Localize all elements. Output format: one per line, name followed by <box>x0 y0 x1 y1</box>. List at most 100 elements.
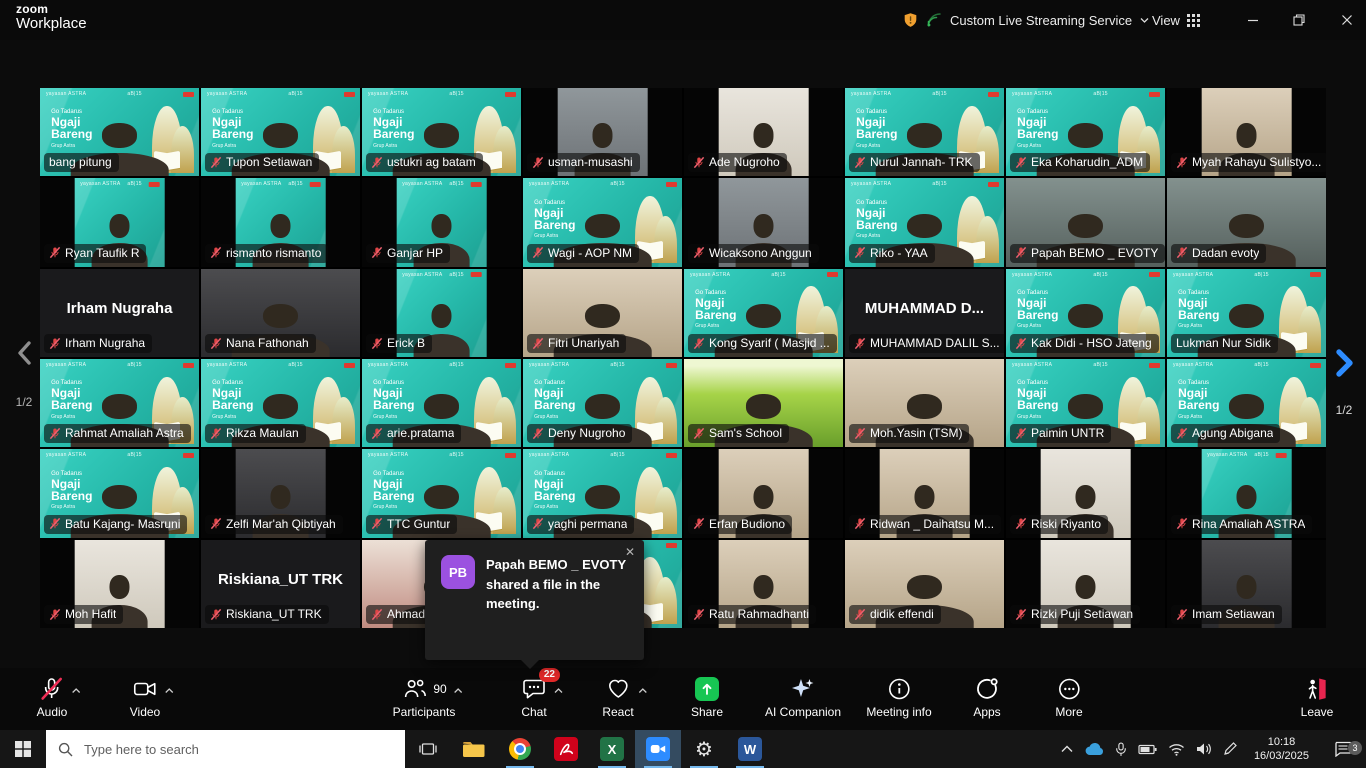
video-tile[interactable]: Rizki Puji Setiawan <box>1006 540 1165 628</box>
video-tile[interactable]: Moh.Yasin (TSM) <box>845 359 1004 447</box>
pen-icon[interactable] <box>1223 742 1237 756</box>
word-button[interactable]: W <box>727 730 773 768</box>
taskbar-clock[interactable]: 10:18 16/03/2025 <box>1248 735 1315 764</box>
leave-button[interactable]: Leave <box>1301 675 1334 719</box>
video-tile[interactable]: Sam's School <box>684 359 843 447</box>
video-tile[interactable]: Imam Setiawan <box>1167 540 1326 628</box>
minimize-button[interactable] <box>1236 0 1270 40</box>
video-tile[interactable]: yayasan ASTRA aB|15 Go Tadarus Ngaji Bar… <box>523 449 682 537</box>
participant-name-label: Tupon Setiawan <box>205 153 319 172</box>
audio-options-chevron[interactable] <box>72 681 81 699</box>
file-shared-notification[interactable]: PB Papah BEMO _ EVOTY shared a file in t… <box>425 540 644 660</box>
restore-button[interactable] <box>1282 0 1316 40</box>
video-tile[interactable]: yayasan ASTRA aB|15 Go Tadarus Ngaji Bar… <box>1006 359 1165 447</box>
share-button[interactable]: Share <box>691 675 723 719</box>
zoom-app-button[interactable] <box>635 730 681 768</box>
video-tile[interactable]: yayasan ASTRA aB|15 Go Tadarus Ngaji Bar… <box>201 88 360 176</box>
video-button[interactable]: Video <box>130 675 160 719</box>
video-tile[interactable]: Irham Nugraha Irham Nugraha <box>40 269 199 357</box>
video-tile[interactable]: yayasan ASTRA aB|15 Go Tadarus Ngaji Bar… <box>362 88 521 176</box>
video-tile[interactable]: Riski Riyanto <box>1006 449 1165 537</box>
video-tile[interactable]: Zelfi Mar'ah Qibtiyah <box>201 449 360 537</box>
video-tile[interactable]: Myah Rahayu Sulistyo... <box>1167 88 1326 176</box>
video-tile[interactable]: yayasan ASTRA aB|15 Go Tadarus Ngaji Bar… <box>1167 269 1326 357</box>
react-button[interactable]: React <box>602 675 633 719</box>
action-center-button[interactable]: 3 <box>1326 741 1360 757</box>
video-tile[interactable]: yayasan ASTRA aB|15 Go Tadarus Ngaji Bar… <box>1006 88 1165 176</box>
video-tile[interactable]: yayasan ASTRA aB|15 Go Tadarus Ngaji Bar… <box>40 359 199 447</box>
participant-name-label: Ridwan _ Daihatsu M... <box>849 515 1001 534</box>
video-options-chevron[interactable] <box>165 681 174 699</box>
excel-button[interactable]: X <box>589 730 635 768</box>
task-view-button[interactable] <box>405 730 451 768</box>
video-tile[interactable]: Riskiana_UT TRK Riskiana_UT TRK <box>201 540 360 628</box>
page-indicator: 1/2 <box>1328 403 1360 417</box>
video-tile[interactable]: yayasan ASTRA aB|15 Go Tadarus Ngaji Bar… <box>684 269 843 357</box>
participants-button[interactable]: 90 Participants <box>393 675 456 719</box>
video-tile[interactable]: yayasan ASTRA aB|15 Go Tadarus Ngaji Bar… <box>40 88 199 176</box>
video-tile[interactable]: Dadan evoty <box>1167 178 1326 266</box>
file-explorer-button[interactable] <box>451 730 497 768</box>
video-tile[interactable]: Ridwan _ Daihatsu M... <box>845 449 1004 537</box>
video-tile[interactable]: yayasan ASTRA aB|15 Go Tadarus Ngaji Bar… <box>523 178 682 266</box>
ai-companion-button[interactable]: AI Companion <box>765 675 841 719</box>
view-button[interactable]: View <box>1152 0 1200 40</box>
video-tile[interactable]: yayasan ASTRA aB|15 Go Tadarus Ngaji Bar… <box>1167 359 1326 447</box>
battery-icon[interactable] <box>1138 743 1157 756</box>
video-tile[interactable]: yayasan ASTRA aB|15 Ryan Taufik <box>40 178 199 266</box>
muted-mic-icon <box>854 517 866 530</box>
chrome-button[interactable] <box>497 730 543 768</box>
video-tile[interactable]: yayasan ASTRA aB|15 Go Tadarus Ngaji Bar… <box>845 88 1004 176</box>
video-tile[interactable]: Papah BEMO _ EVOTY <box>1006 178 1165 266</box>
video-tile[interactable]: yayasan ASTRA aB|15 Go Tadarus Ngaji Bar… <box>362 359 521 447</box>
audio-button[interactable]: Audio <box>37 675 68 719</box>
search-input[interactable] <box>82 741 336 758</box>
video-tile[interactable]: Fitri Unariyah <box>523 269 682 357</box>
start-button[interactable] <box>0 730 46 768</box>
participant-name-label: Wicaksono Anggun <box>688 244 819 263</box>
video-tile[interactable]: yayasan ASTRA aB|15 Go Tadarus Ngaji Bar… <box>201 359 360 447</box>
video-tile[interactable]: Erfan Budiono <box>684 449 843 537</box>
more-button[interactable]: More <box>1055 675 1082 719</box>
participant-name: Ridwan _ Daihatsu M... <box>870 517 994 531</box>
video-tile[interactable]: Nana Fathonah <box>201 269 360 357</box>
chat-button[interactable]: 22 Chat <box>521 675 547 719</box>
react-options-chevron[interactable] <box>638 681 647 699</box>
chat-options-chevron[interactable] <box>554 681 563 699</box>
onedrive-cloud-icon[interactable] <box>1084 742 1104 756</box>
video-tile[interactable]: usman-musashi <box>523 88 682 176</box>
video-tile[interactable]: yayasan ASTRA aB|15 Rina Amalia <box>1167 449 1326 537</box>
video-tile[interactable]: yayasan ASTRA aB|15 Erick B <box>362 269 521 357</box>
video-tile[interactable]: Wicaksono Anggun <box>684 178 843 266</box>
participant-name: Deny Nugroho <box>548 426 625 440</box>
tray-chevron-icon[interactable] <box>1061 745 1073 753</box>
video-tile[interactable]: Ratu Rahmadhanti <box>684 540 843 628</box>
video-tile[interactable]: Ade Nugroho <box>684 88 843 176</box>
video-tile[interactable]: yayasan ASTRA aB|15 Go Tadarus Ngaji Bar… <box>40 449 199 537</box>
close-button[interactable] <box>1330 0 1364 40</box>
video-tile[interactable]: yayasan ASTRA aB|15 rismanto ri <box>201 178 360 266</box>
next-page-button[interactable]: 1/2 <box>1328 348 1360 417</box>
settings-button[interactable]: ⚙ <box>681 730 727 768</box>
wifi-icon[interactable] <box>1168 743 1185 756</box>
tray-mic-icon[interactable] <box>1115 742 1127 757</box>
video-tile[interactable]: yayasan ASTRA aB|15 Go Tadarus Ngaji Bar… <box>362 449 521 537</box>
video-tile[interactable]: yayasan ASTRA aB|15 Go Tadarus Ngaji Bar… <box>845 178 1004 266</box>
prev-page-button[interactable]: 1/2 <box>10 340 38 409</box>
apps-button[interactable]: Apps <box>973 675 1000 719</box>
taskbar-search[interactable] <box>46 730 405 768</box>
participants-options-chevron[interactable] <box>454 681 463 699</box>
live-streaming-indicator[interactable]: Custom Live Streaming Service <box>903 0 1149 40</box>
acrobat-button[interactable] <box>543 730 589 768</box>
bg-brand-left: yayasan ASTRA <box>1012 362 1052 368</box>
volume-icon[interactable] <box>1196 742 1212 756</box>
notification-close-icon[interactable]: ✕ <box>625 545 635 559</box>
video-tile[interactable]: yayasan ASTRA aB|15 Go Tadarus Ngaji Bar… <box>1006 269 1165 357</box>
video-tile[interactable]: MUHAMMAD D... MUHAMMAD DALIL S... <box>845 269 1004 357</box>
meeting-info-button[interactable]: Meeting info <box>866 675 931 719</box>
view-label: View <box>1152 13 1180 28</box>
video-tile[interactable]: yayasan ASTRA aB|15 Ganjar HP <box>362 178 521 266</box>
video-tile[interactable]: Moh Hafit <box>40 540 199 628</box>
video-tile[interactable]: didik effendi <box>845 540 1004 628</box>
video-tile[interactable]: yayasan ASTRA aB|15 Go Tadarus Ngaji Bar… <box>523 359 682 447</box>
